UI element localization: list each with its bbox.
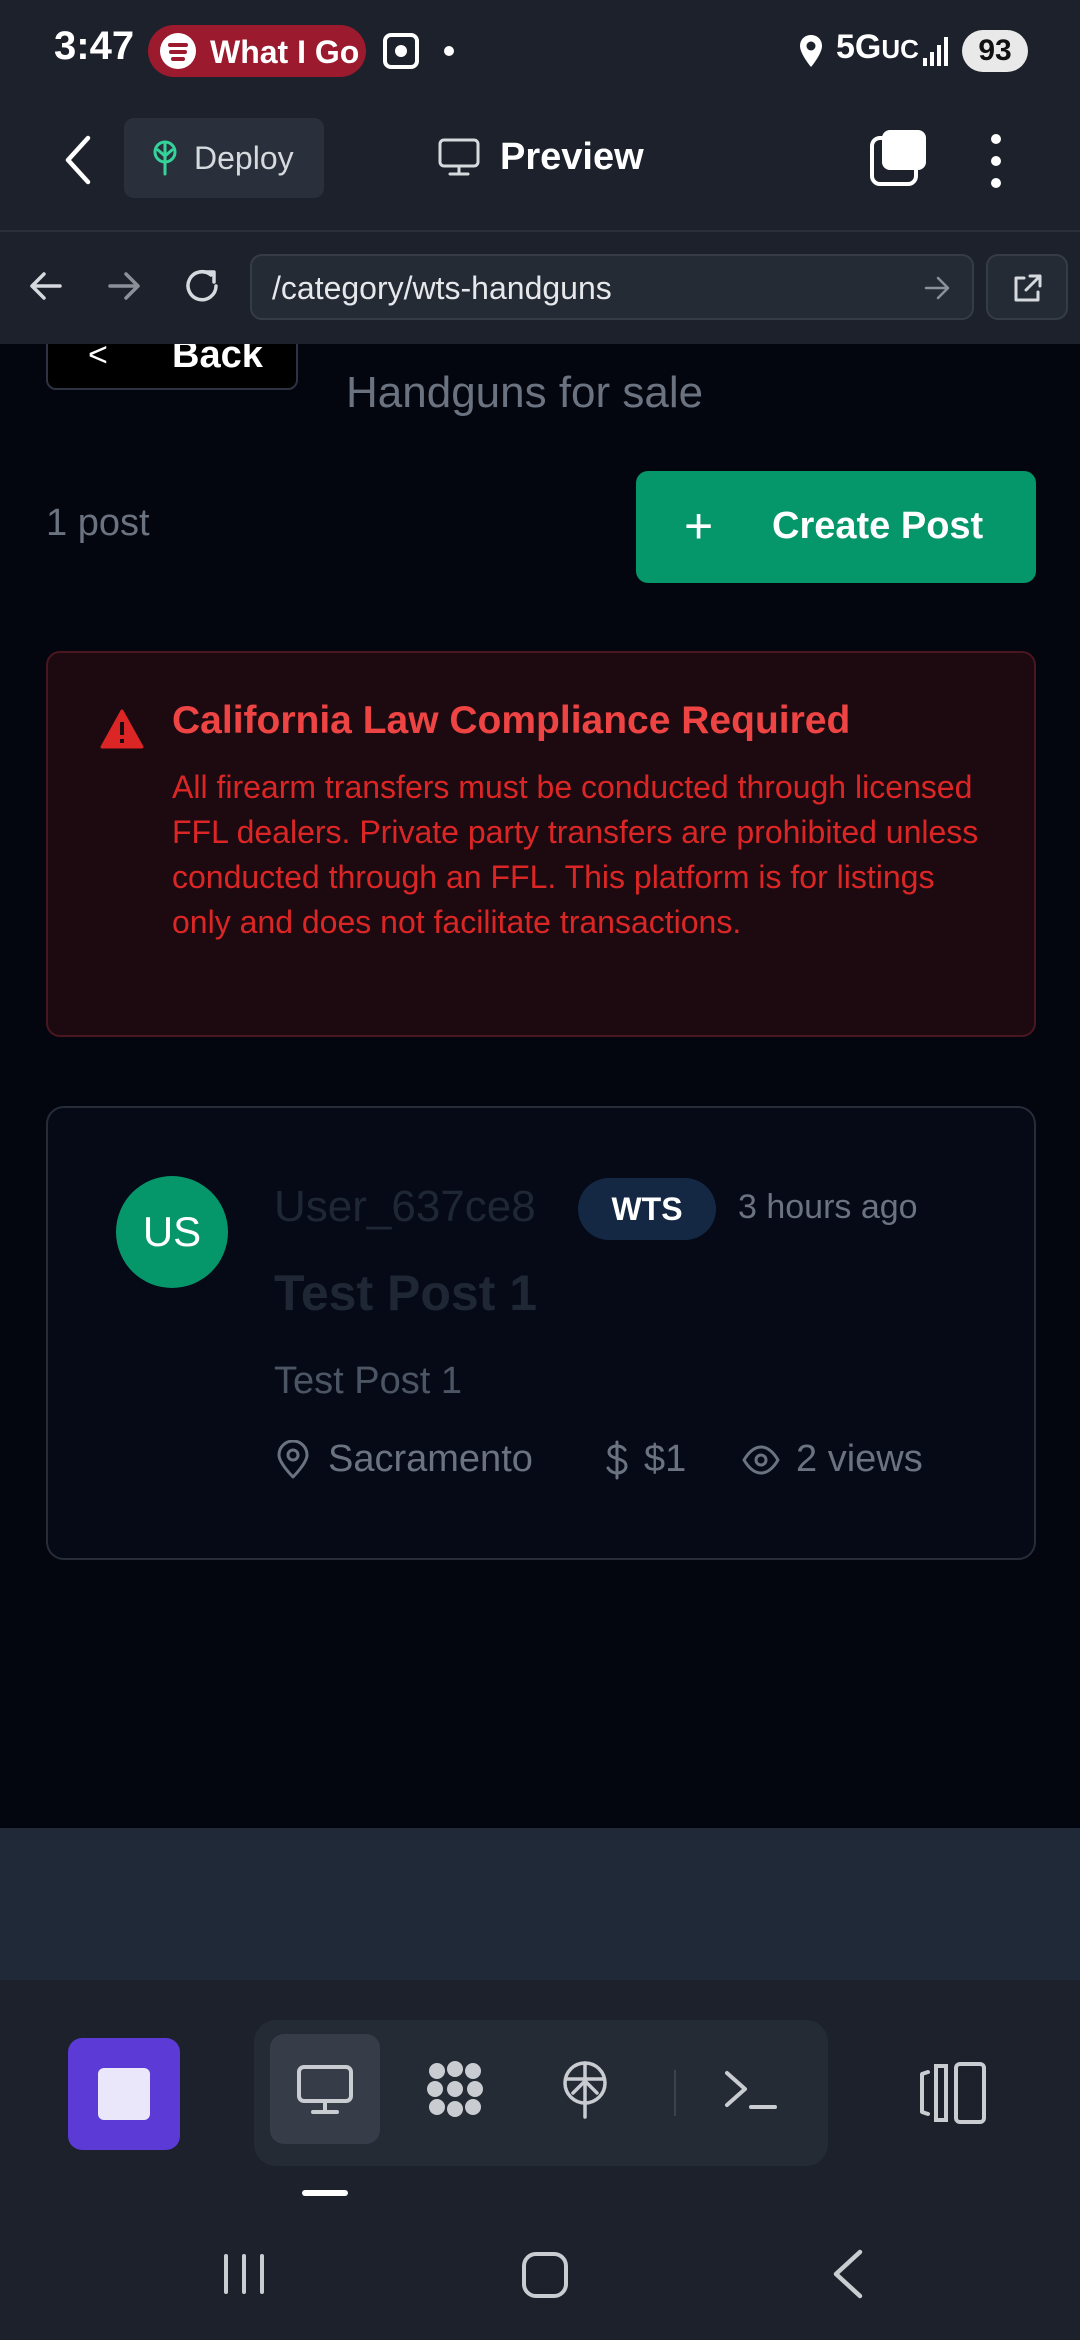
url-input[interactable]: /category/wts-handguns [250,254,974,320]
post-time: 3 hours ago [738,1188,918,1226]
deploy-button[interactable]: Deploy [124,118,324,198]
url-bar-row: /category/wts-handguns [0,230,1080,344]
back-chevron-icon[interactable] [60,134,96,186]
tab-shell[interactable] [694,2034,804,2144]
create-post-button[interactable]: + Create Post [636,471,1036,583]
deploy-label: Deploy [194,140,294,176]
monitor-icon [297,2065,353,2114]
media-pill-label: What I Go [210,34,360,70]
post-username[interactable]: User_637ce8 [274,1182,536,1232]
external-link-icon [1014,274,1042,302]
home-button[interactable] [522,2252,568,2298]
go-arrow-icon[interactable] [922,274,952,302]
post-title[interactable]: Test Post 1 [274,1264,537,1322]
back-arrow-icon: < [88,344,108,374]
battery-indicator: 93 [962,30,1028,72]
tab-components[interactable] [400,2034,510,2144]
post-card[interactable]: US User_637ce8 WTS 3 hours ago Test Post… [46,1106,1036,1560]
toolbar-divider [674,2070,676,2116]
plus-icon: + [684,498,714,554]
post-views-label: 2 views [796,1438,923,1480]
screenshot-icon [383,33,419,69]
arrow-right-icon[interactable] [102,264,146,308]
alert-body: All firearm transfers must be conducted … [172,769,979,940]
arrow-left-icon[interactable] [24,264,68,308]
warning-icon [100,709,144,749]
tab-preview[interactable] [270,2034,380,2144]
terminal-icon [725,2071,777,2109]
back-label: Back [172,344,263,376]
system-back-icon[interactable] [828,2248,868,2300]
back-button[interactable]: < Back [46,344,298,390]
media-pill[interactable]: What I Go [148,25,366,77]
stop-button[interactable] [68,2038,180,2150]
open-external-button[interactable] [986,254,1068,320]
compliance-alert: California Law Compliance Required All f… [46,651,1036,1037]
monitor-icon [438,138,480,176]
grid-dots-icon [427,2061,483,2117]
resize-panel [0,1828,1080,1980]
tabs-icon[interactable] [868,128,928,188]
preview-label: Preview [500,136,644,178]
network-indicator: 5GUC [836,28,919,66]
recent-apps-icon[interactable] [222,2252,266,2296]
app-header: Deploy Preview [0,104,1080,230]
spotify-icon [160,33,196,69]
avatar[interactable]: US [116,1176,228,1288]
status-time: 3:47 [54,24,135,68]
dollar-icon [606,1440,628,1480]
deploy-tree-icon [153,140,177,176]
create-post-label: Create Post [772,505,984,547]
alert-title: California Law Compliance Required [172,699,851,742]
post-price-label: $1 [644,1438,687,1480]
view-switcher [254,2020,828,2166]
bottom-toolbar [0,1980,1080,2210]
post-description: Test Post 1 [274,1360,462,1402]
post-type-badge: WTS [578,1178,716,1240]
post-count: 1 post [46,502,150,544]
notification-dot-icon [444,46,454,56]
signal-icon [923,37,948,66]
category-subtitle: Handguns for sale [346,368,704,417]
post-location-label: Sacramento [328,1438,533,1480]
more-icon[interactable] [984,128,1008,192]
system-navigation [0,2210,1080,2340]
page-content: < Back Handguns for sale 1 post + Create… [0,344,1080,1828]
active-tab-indicator [302,2190,348,2196]
tab-deploy[interactable] [530,2034,640,2144]
layout-icon[interactable] [918,2060,990,2126]
url-value: /category/wts-handguns [272,270,612,306]
deploy-tree-icon [563,2061,607,2119]
eye-icon [742,1445,780,1475]
location-icon [800,35,822,67]
stop-icon [98,2068,150,2120]
status-bar: 3:47 What I Go 5GUC 93 [0,0,1080,104]
map-pin-icon [277,1440,309,1479]
reload-icon[interactable] [180,264,224,308]
